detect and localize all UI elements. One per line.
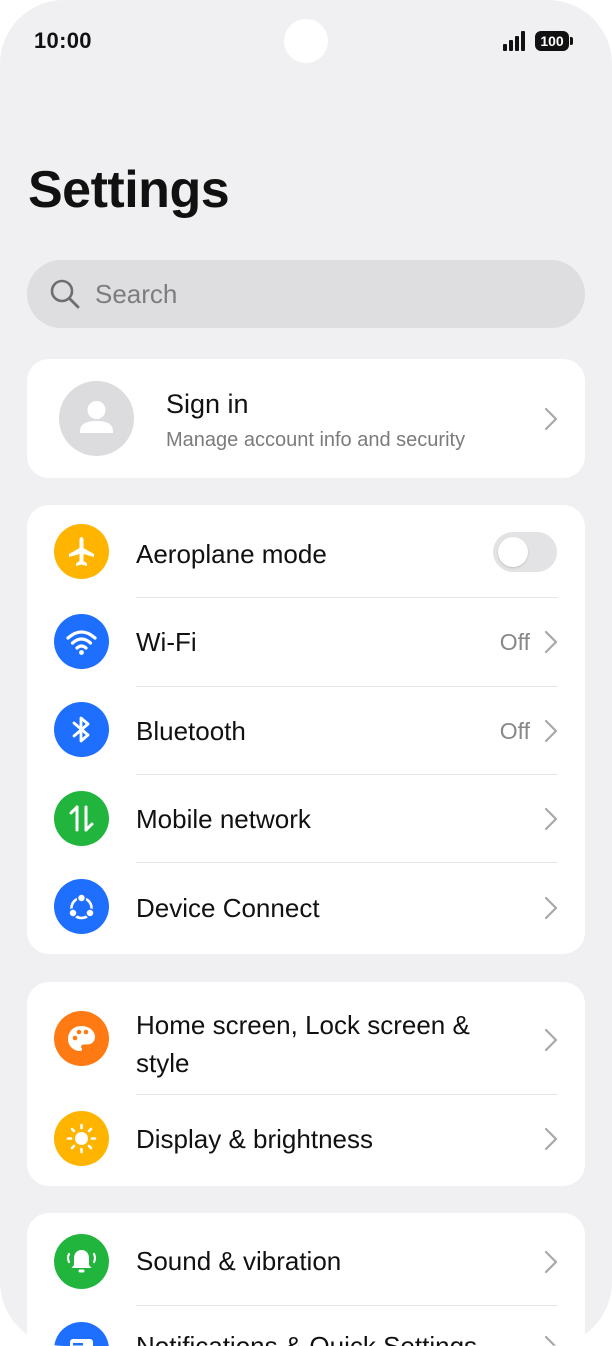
aeroplane-mode-label: Aeroplane mode — [136, 539, 327, 569]
mobile-network-label: Mobile network — [136, 804, 311, 834]
wifi-label: Wi-Fi — [136, 627, 197, 657]
chevron-right-icon — [544, 1127, 558, 1151]
battery-icon: 100 — [535, 31, 573, 51]
clock: 10:00 — [34, 28, 92, 53]
sun-icon — [54, 1111, 109, 1166]
settings-screen: 10:00 100 Settings Sign in Manage accoun… — [0, 0, 612, 1346]
aeroplane-mode-row[interactable]: Aeroplane mode — [27, 505, 585, 598]
person-icon — [80, 401, 113, 433]
device-connect-icon — [54, 879, 109, 934]
mobile-network-row[interactable]: Mobile network — [27, 774, 585, 862]
bluetooth-label: Bluetooth — [136, 716, 246, 746]
home-screen-style-row[interactable]: Home screen, Lock screen & style — [27, 982, 585, 1094]
chevron-right-icon — [544, 719, 558, 743]
page-title: Settings — [28, 161, 230, 219]
bluetooth-icon — [54, 702, 109, 757]
home-screen-style-label: Home screen, Lock screen & style — [136, 1006, 470, 1082]
wifi-icon — [54, 614, 109, 669]
home-screen-style-label-line1: Home screen, Lock screen & — [136, 1010, 470, 1040]
chevron-right-icon — [544, 1250, 558, 1274]
account-card[interactable]: Sign in Manage account info and security — [27, 359, 585, 478]
device-connect-row[interactable]: Device Connect — [27, 862, 585, 954]
airplane-icon — [54, 524, 109, 579]
wifi-row[interactable]: Wi-Fi Off — [27, 598, 585, 686]
avatar — [59, 381, 134, 456]
connectivity-card: Aeroplane mode Wi-Fi Off Bluetooth Off M… — [27, 505, 585, 954]
chevron-right-icon — [544, 407, 558, 431]
bluetooth-status: Off — [499, 718, 530, 744]
sound-card: Sound & vibration Notifications & Quick … — [27, 1213, 585, 1346]
toggle-knob — [498, 537, 528, 567]
aeroplane-mode-toggle[interactable] — [493, 532, 557, 572]
chevron-right-icon — [544, 1028, 558, 1052]
bluetooth-row[interactable]: Bluetooth Off — [27, 686, 585, 775]
status-bar: 10:00 100 — [0, 0, 612, 84]
palette-icon — [54, 1011, 109, 1066]
home-screen-style-label-line2: style — [136, 1048, 190, 1078]
display-brightness-label: Display & brightness — [136, 1124, 373, 1154]
mobile-data-icon — [54, 791, 109, 846]
notification-icon — [54, 1322, 109, 1346]
signal-icon — [503, 31, 527, 51]
personalization-card: Home screen, Lock screen & style Display — [27, 982, 585, 1186]
search-input[interactable] — [95, 260, 565, 328]
device-connect-label: Device Connect — [136, 893, 320, 923]
sound-vibration-row[interactable]: Sound & vibration — [27, 1213, 585, 1305]
sign-in-title: Sign in — [166, 389, 249, 419]
sound-vibration-label: Sound & vibration — [136, 1246, 342, 1276]
display-brightness-row[interactable]: Display & brightness — [27, 1094, 585, 1186]
notifications-label: Notifications & Quick Settings — [136, 1331, 478, 1346]
bell-icon — [54, 1234, 109, 1289]
search-icon — [50, 279, 80, 309]
chevron-right-icon — [544, 807, 558, 831]
chevron-right-icon — [544, 1335, 557, 1346]
chevron-right-icon — [544, 630, 558, 654]
search-bar[interactable] — [27, 260, 585, 328]
chevron-right-icon — [544, 896, 558, 920]
front-camera — [284, 19, 328, 63]
notifications-row[interactable]: Notifications & Quick Settings — [27, 1305, 585, 1346]
wifi-status: Off — [499, 629, 530, 655]
sign-in-subtitle: Manage account info and security — [166, 429, 466, 451]
